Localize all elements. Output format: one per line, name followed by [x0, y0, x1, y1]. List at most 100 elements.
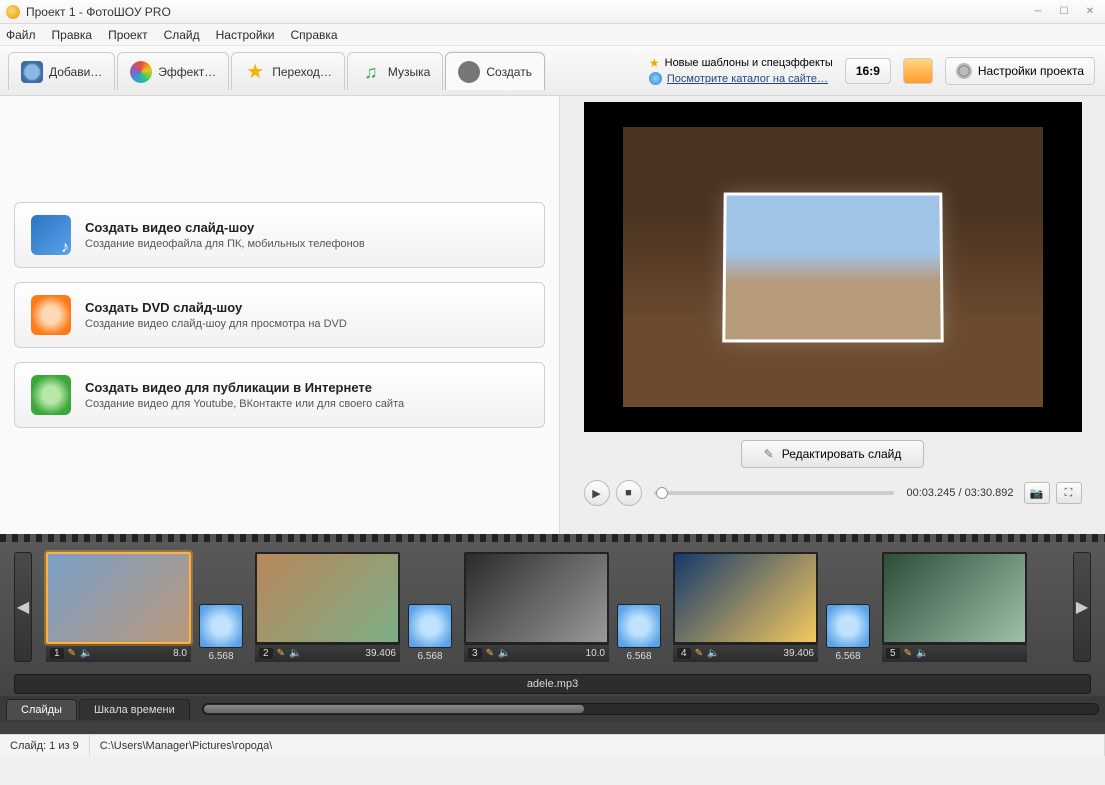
maximize-button[interactable]: ☐ [1053, 4, 1075, 20]
audio-track[interactable]: adele.mp3 [14, 674, 1091, 694]
slide-4-duration: 39.406 [783, 648, 814, 659]
project-settings-label: Настройки проекта [978, 64, 1084, 78]
create-web-desc: Создание видео для Youtube, ВКонтакте ил… [85, 398, 404, 410]
create-dvd-card[interactable]: Создать DVD слайд-шоу Создание видео сла… [14, 282, 545, 348]
palette-icon [130, 61, 152, 83]
video-icon [31, 215, 71, 255]
close-button[interactable]: ✕ [1079, 4, 1101, 20]
stop-button[interactable]: ■ [616, 480, 642, 506]
timeline-hscroll[interactable] [202, 703, 1099, 715]
transition-2[interactable]: 6.568 [406, 604, 454, 662]
slide-4-thumb [673, 552, 818, 644]
menu-slide[interactable]: Слайд [164, 28, 200, 42]
slide-3-thumb [464, 552, 609, 644]
edit-slide-button[interactable]: ✎Редактировать слайд [741, 440, 925, 468]
menu-project[interactable]: Проект [108, 28, 148, 42]
playback-slider[interactable] [654, 491, 895, 495]
transition-4[interactable]: 6.568 [824, 604, 872, 662]
main-area: Создать видео слайд-шоу Создание видеофа… [0, 96, 1105, 534]
filmstrip-top [0, 534, 1105, 542]
star-icon: ★ [244, 61, 266, 83]
slide-2-number: 2 [259, 648, 273, 659]
status-bar: Слайд: 1 из 9 C:\Users\Manager\Pictures\… [0, 734, 1105, 756]
project-settings-button[interactable]: Настройки проекта [945, 57, 1095, 85]
transition-1[interactable]: 6.568 [197, 604, 245, 662]
tab-add[interactable]: Добави… [8, 52, 115, 90]
edit-icon[interactable]: ✎ [68, 648, 76, 659]
news-line-1: Новые шаблоны и спецэффекты [665, 57, 833, 69]
slide-1[interactable]: 1✎🔈8.0 [46, 552, 191, 662]
transition-3-duration: 6.568 [626, 651, 651, 662]
timeline-scroll-right[interactable]: ▶ [1073, 552, 1091, 662]
preview-viewport [584, 102, 1082, 432]
tab-music[interactable]: ♫Музыка [347, 52, 443, 90]
edit-icon[interactable]: ✎ [486, 648, 494, 659]
slide-5[interactable]: 5 ✎ 🔈 [882, 552, 1027, 662]
hscroll-thumb[interactable] [204, 705, 584, 713]
create-panel: Создать видео слайд-шоу Создание видеофа… [0, 96, 560, 534]
slide-2[interactable]: 2 ✎ 🔈 39.406 [255, 552, 400, 662]
menu-settings[interactable]: Настройки [216, 28, 275, 42]
news-catalog-link[interactable]: Посмотрите каталог на сайте… [667, 73, 828, 85]
tab-transitions-label: Переход… [272, 65, 332, 79]
create-dvd-title: Создать DVD слайд-шоу [85, 300, 347, 315]
transition-2-thumb [408, 604, 452, 648]
transition-4-thumb [826, 604, 870, 648]
snapshot-button[interactable]: 📷 [1024, 482, 1050, 504]
create-video-title: Создать видео слайд-шоу [85, 220, 365, 235]
transition-2-duration: 6.568 [417, 651, 442, 662]
timeline: ◀ 1✎🔈8.0 6.568 2✎🔈39.406 6.568 3✎🔈10.0 6… [0, 534, 1105, 734]
slide-4-number: 4 [677, 648, 691, 659]
timeline-tabs: Слайды Шкала времени [0, 696, 1105, 722]
timeline-scroll-left[interactable]: ◀ [14, 552, 32, 662]
menu-file[interactable]: Файл [6, 28, 36, 42]
edit-icon[interactable]: ✎ [904, 648, 912, 659]
menu-bar: Файл Правка Проект Слайд Настройки Справ… [0, 24, 1105, 46]
playback-controls: ▶ ■ 00:03.245 / 03:30.892 📷 ⛶ [584, 480, 1082, 506]
app-icon [6, 5, 20, 19]
edit-icon[interactable]: ✎ [277, 648, 285, 659]
sound-icon[interactable]: 🔈 [289, 648, 301, 659]
slide-5-thumb [882, 552, 1027, 644]
create-web-card[interactable]: Создать видео для публикации в Интернете… [14, 362, 545, 428]
menu-help[interactable]: Справка [290, 28, 337, 42]
gear-icon [956, 63, 972, 79]
news-panel: ★ Новые шаблоны и спецэффекты Посмотрите … [649, 56, 833, 85]
slide-1-number: 1 [50, 648, 64, 659]
color-preset-button[interactable] [903, 58, 933, 84]
transition-3[interactable]: 6.568 [615, 604, 663, 662]
tab-transitions[interactable]: ★ Переход… [231, 52, 345, 90]
slider-thumb[interactable] [656, 487, 668, 499]
tab-create[interactable]: Создать [445, 52, 545, 90]
create-dvd-desc: Создание видео слайд-шоу для просмотра н… [85, 318, 347, 330]
tab-create-label: Создать [486, 65, 532, 79]
slide-3[interactable]: 3✎🔈10.0 [464, 552, 609, 662]
minimize-button[interactable]: ─ [1027, 4, 1049, 20]
sound-icon[interactable]: 🔈 [707, 648, 719, 659]
star-small-icon: ★ [649, 56, 660, 70]
tab-effects-label: Эффект… [158, 65, 216, 79]
edit-icon[interactable]: ✎ [695, 648, 703, 659]
sound-icon[interactable]: 🔈 [916, 648, 928, 659]
slide-2-duration: 39.406 [365, 648, 396, 659]
create-video-card[interactable]: Создать видео слайд-шоу Создание видеофа… [14, 202, 545, 268]
preview-photo-frame [722, 193, 943, 343]
play-button[interactable]: ▶ [584, 480, 610, 506]
sound-icon[interactable]: 🔈 [498, 648, 510, 659]
web-icon [31, 375, 71, 415]
pencil-icon: ✎ [764, 447, 774, 461]
tab-effects[interactable]: Эффект… [117, 52, 229, 90]
tab-timeline-view[interactable]: Шкала времени [79, 699, 190, 720]
fullscreen-button[interactable]: ⛶ [1056, 482, 1082, 504]
playback-time: 00:03.245 / 03:30.892 [906, 487, 1013, 499]
dvd-icon [31, 295, 71, 335]
title-bar: Проект 1 - ФотоШОУ PRO ─ ☐ ✕ [0, 0, 1105, 24]
tab-slides-view[interactable]: Слайды [6, 699, 77, 720]
menu-edit[interactable]: Правка [52, 28, 93, 42]
create-video-desc: Создание видеофайла для ПК, мобильных те… [85, 238, 365, 250]
create-web-title: Создать видео для публикации в Интернете [85, 380, 404, 395]
slide-4[interactable]: 4 ✎ 🔈 39.406 [673, 552, 818, 662]
slide-5-number: 5 [886, 648, 900, 659]
sound-icon[interactable]: 🔈 [80, 648, 92, 659]
aspect-ratio-button[interactable]: 16:9 [845, 58, 891, 84]
